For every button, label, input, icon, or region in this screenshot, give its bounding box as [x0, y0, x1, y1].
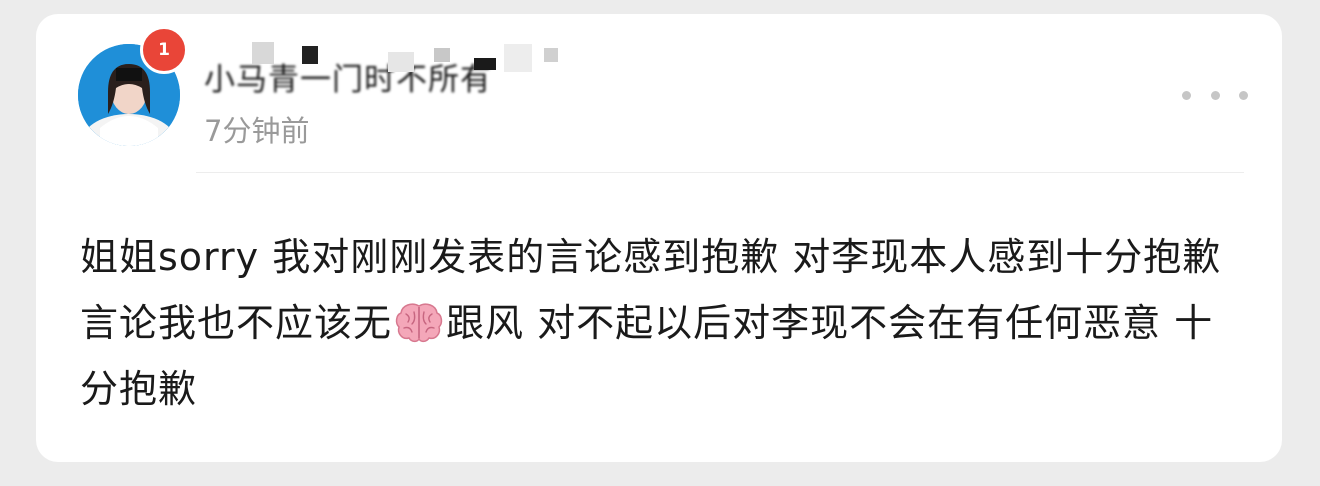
brain-emoji-icon [395, 303, 443, 343]
post-content: 姐姐sorry 我对刚刚发表的言论感到抱歉 对李现本人感到十分抱歉 言论我也不应… [80, 224, 1250, 422]
more-dots-icon [1182, 90, 1191, 100]
more-dots-icon [1210, 90, 1220, 100]
post-timestamp: 7分钟前 [204, 114, 310, 148]
more-options-button[interactable] [1182, 80, 1248, 110]
post-card: 1 小马青一门时不所有 7分钟前 姐姐sorry 我对刚刚发表的言论感到抱歉 对… [36, 14, 1282, 462]
more-dots-icon [1239, 90, 1248, 100]
username[interactable]: 小马青一门时不所有 [204, 54, 492, 99]
notification-badge: 1 [140, 26, 188, 74]
divider [196, 172, 1244, 173]
